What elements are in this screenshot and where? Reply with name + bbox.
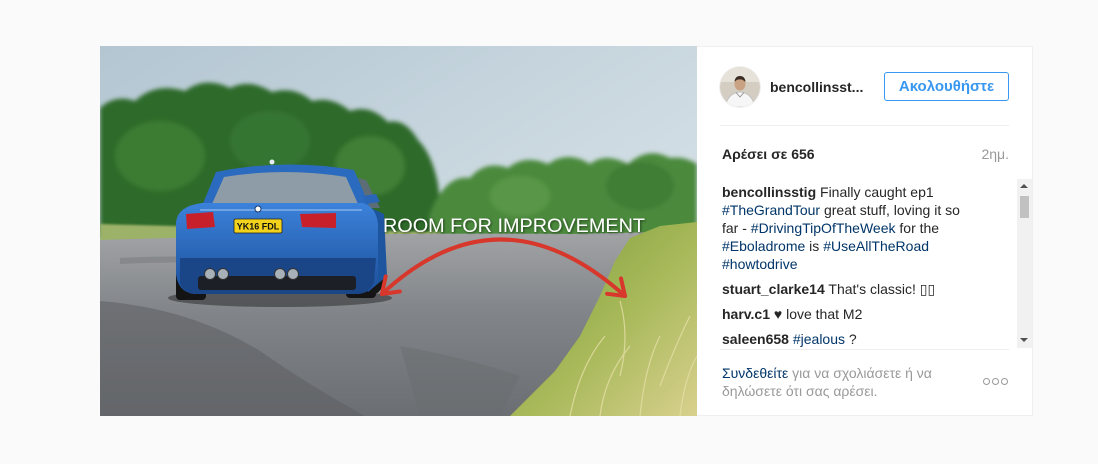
scroll-up-arrow-icon — [1020, 184, 1028, 188]
comment-text: ♥ love that M2 — [773, 306, 863, 322]
comment-username[interactable]: stuart_clarke14 — [722, 281, 825, 297]
scrollbar-thumb[interactable] — [1020, 196, 1029, 218]
more-dot — [992, 378, 999, 385]
comment-item: stuart_clarke14 That's classic! ▯▯ — [722, 280, 972, 298]
login-prompt: Συνδεθείτε για να σχολιάσετε ή να δηλώσε… — [722, 364, 962, 400]
comment-item: saleen658 #jealous ? — [722, 330, 972, 348]
hashtag-link[interactable]: #howtodrive — [722, 256, 798, 272]
license-plate-text: YK16 FDL — [237, 222, 280, 232]
header-divider — [720, 125, 1009, 126]
post-photo: YK16 FDL ROOM FOR IMPROVEMENT — [100, 46, 697, 416]
scroll-down-button[interactable] — [1017, 333, 1032, 348]
profile-avatar[interactable] — [720, 67, 760, 107]
roof-antenna-icon — [269, 159, 275, 165]
taillight-right — [300, 213, 336, 228]
hashtag-link[interactable]: #TheGrandTour — [722, 202, 820, 218]
comment-text: is — [809, 238, 820, 254]
more-dot — [983, 378, 990, 385]
bmw-badge-icon — [254, 205, 262, 213]
comment-text: ? — [848, 331, 857, 347]
overlay-text: ROOM FOR IMPROVEMENT — [383, 216, 645, 237]
scroll-up-button[interactable] — [1017, 179, 1032, 194]
comment-text: for the — [899, 220, 940, 236]
hashtag-link[interactable]: #jealous — [793, 331, 845, 347]
footer-divider — [720, 349, 1009, 350]
likes-count: Αρέσει σε 656 — [722, 146, 815, 162]
comment-text: That's classic! ▯▯ — [828, 281, 936, 297]
hashtag-link[interactable]: #DrivingTipOfTheWeek — [751, 220, 896, 236]
comment-username[interactable]: bencollinsstig — [722, 184, 816, 200]
hashtag-link[interactable]: #Eboladrome — [722, 238, 805, 254]
comments-scrollbar[interactable] — [1017, 179, 1032, 348]
post-image[interactable]: YK16 FDL ROOM FOR IMPROVEMENT — [100, 46, 697, 416]
scroll-down-arrow-icon — [1020, 338, 1028, 342]
comment-username[interactable]: harv.c1 — [722, 306, 770, 322]
comment-item: bencollinsstig Finally caught ep1 #TheGr… — [722, 183, 972, 273]
more-dot — [1001, 378, 1008, 385]
post-side-panel: bencollinsst... Ακολουθήστε Αρέσει σε 65… — [697, 46, 1033, 416]
instagram-post: YK16 FDL ROOM FOR IMPROVEMENT bencollins… — [100, 46, 1033, 416]
comments-list: bencollinsstig Finally caught ep1 #TheGr… — [722, 179, 1012, 348]
comment-text: Finally caught ep1 — [820, 184, 934, 200]
post-timestamp[interactable]: 2ημ. — [981, 145, 1009, 163]
comment-username[interactable]: saleen658 — [722, 331, 789, 347]
username-link[interactable]: bencollinsst... — [770, 78, 863, 96]
login-link[interactable]: Συνδεθείτε — [722, 365, 788, 381]
comment-item: harv.c1 ♥ love that M2 — [722, 305, 972, 323]
hashtag-link[interactable]: #UseAllTheRoad — [823, 238, 929, 254]
follow-button[interactable]: Ακολουθήστε — [884, 72, 1009, 101]
more-options-icon[interactable] — [983, 378, 1011, 388]
taillight-left — [186, 212, 215, 229]
